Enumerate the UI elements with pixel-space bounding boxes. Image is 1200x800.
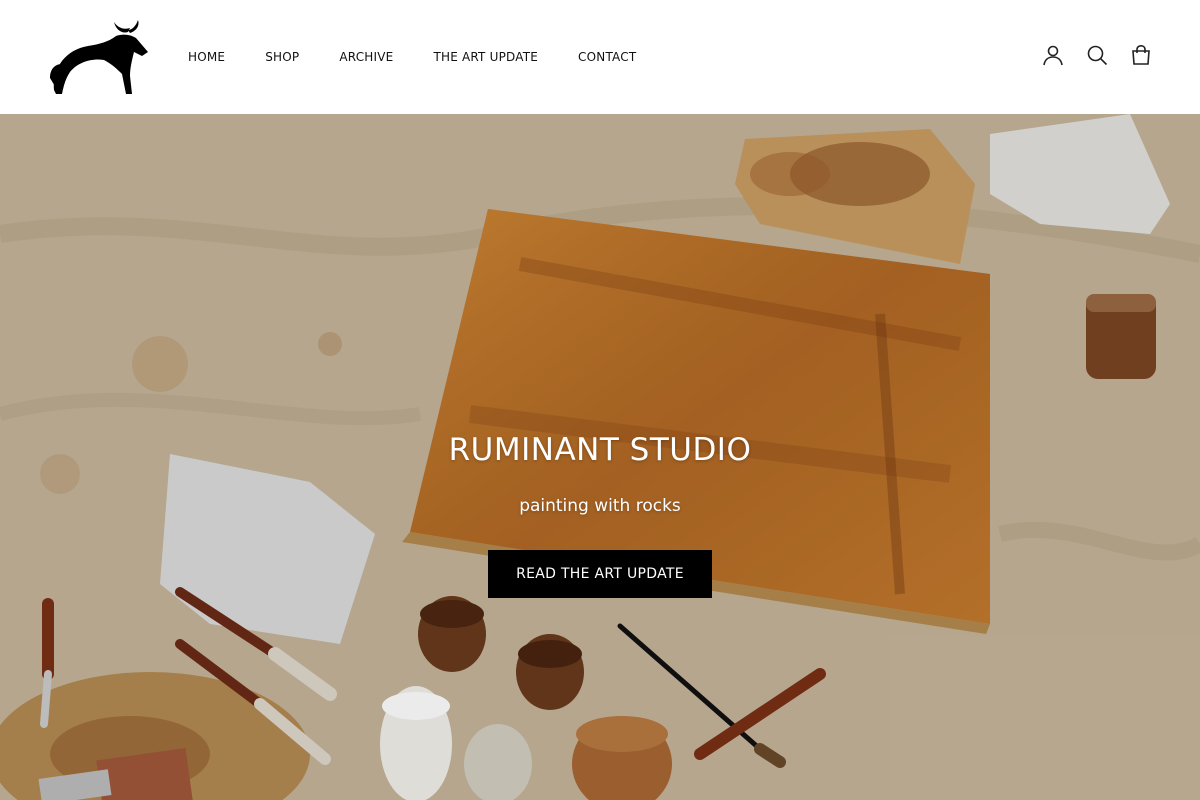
hero-title: RUMINANT STUDIO (448, 432, 752, 468)
nav-the-art-update[interactable]: THE ART UPDATE (433, 48, 538, 66)
nav-home[interactable]: HOME (188, 48, 225, 66)
nav-contact[interactable]: CONTACT (578, 48, 636, 66)
hero-banner: RUMINANT STUDIO painting with rocks READ… (0, 114, 1200, 800)
header-actions (1042, 44, 1152, 66)
site-header: HOME SHOP ARCHIVE THE ART UPDATE CONTACT (0, 0, 1200, 114)
cart-bag-icon[interactable] (1130, 44, 1152, 66)
read-art-update-button[interactable]: READ THE ART UPDATE (488, 550, 712, 598)
nav-archive[interactable]: ARCHIVE (339, 48, 393, 66)
hero-content: RUMINANT STUDIO painting with rocks READ… (0, 432, 1200, 598)
ox-logo-icon[interactable] (48, 18, 150, 98)
nav-shop[interactable]: SHOP (265, 48, 299, 66)
hero-subtitle: painting with rocks (519, 496, 681, 516)
account-icon[interactable] (1042, 44, 1064, 66)
main-nav: HOME SHOP ARCHIVE THE ART UPDATE CONTACT (188, 48, 676, 66)
search-icon[interactable] (1086, 44, 1108, 66)
